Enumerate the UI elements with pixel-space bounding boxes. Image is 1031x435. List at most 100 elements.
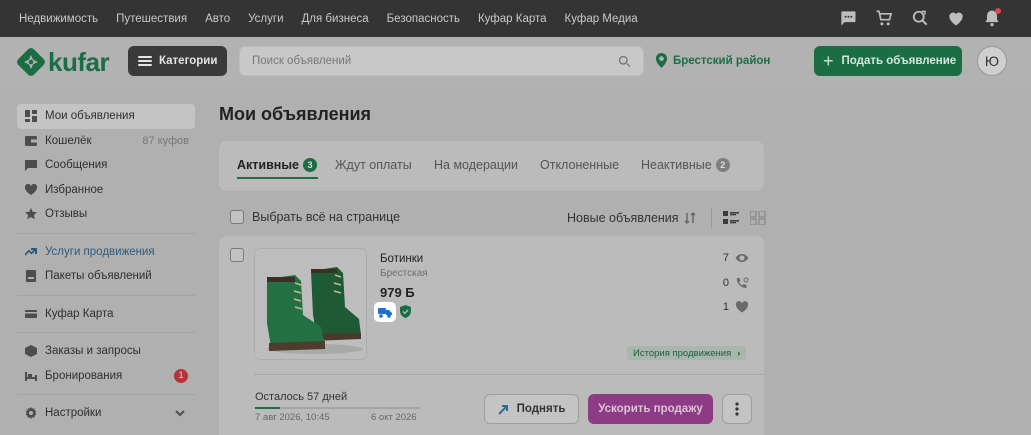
- top-link-realty[interactable]: Недвижимость: [19, 13, 98, 25]
- sidebar-item-favorites[interactable]: Избранное: [17, 178, 195, 203]
- plus-icon: +: [823, 51, 834, 71]
- wallet-icon: [25, 135, 37, 147]
- tab-active[interactable]: Активные 3: [237, 158, 317, 172]
- sidebar-item-label: Отзывы: [45, 208, 88, 221]
- ad-image[interactable]: [254, 248, 367, 360]
- raise-arrow-icon: [497, 404, 508, 415]
- date-start: 7 авг 2026, 10:45: [255, 412, 330, 423]
- bookings-count-badge: 1: [174, 368, 188, 383]
- sidebar-item-label: Бронирования: [45, 369, 123, 382]
- ad-card: Ботинки Брестская 979 Б 7 0 1 История пр…: [219, 236, 764, 435]
- sidebar-item-wallet[interactable]: Кошелёк 87 куфов: [17, 129, 195, 154]
- ad-location: Брестская: [380, 268, 428, 279]
- ad-select-checkbox[interactable]: [230, 248, 244, 262]
- list-view-icon[interactable]: [723, 211, 739, 225]
- heart-icon: [735, 301, 749, 313]
- search-icon[interactable]: [617, 54, 632, 69]
- notifications-icon[interactable]: [982, 8, 1002, 28]
- calls-count: 0: [722, 277, 729, 289]
- sidebar: Мои объявления Кошелёк 87 куфов Сообщени…: [17, 104, 195, 426]
- select-all-label: Выбрать всё на странице: [252, 210, 401, 224]
- search-box: [239, 46, 644, 76]
- more-options-button[interactable]: [722, 394, 752, 424]
- sidebar-item-label: Пакеты объявлений: [45, 270, 152, 283]
- box-icon: [25, 345, 37, 358]
- region-selector[interactable]: Брестский район: [655, 53, 770, 68]
- active-tab-indicator: [237, 177, 318, 179]
- sidebar-divider: [17, 294, 195, 296]
- categories-button[interactable]: Категории: [128, 46, 227, 76]
- remaining-days: Осталось 57 дней: [255, 391, 348, 403]
- grid-view-icon[interactable]: [750, 211, 766, 225]
- sidebar-divider: [17, 232, 195, 234]
- top-link-business[interactable]: Для бизнеса: [302, 13, 369, 25]
- top-link-travel[interactable]: Путешествия: [116, 13, 187, 25]
- sort-label: Новые объявления: [567, 211, 679, 225]
- post-ad-button[interactable]: + Подать объявление: [814, 46, 962, 76]
- search-input[interactable]: [240, 47, 600, 75]
- favorites-icon[interactable]: [946, 8, 966, 28]
- gear-icon: [25, 407, 37, 420]
- chevron-down-icon[interactable]: [174, 407, 186, 422]
- ad-price: 979 Б: [380, 285, 415, 300]
- top-link-kufar-card[interactable]: Куфар Карта: [478, 13, 547, 25]
- tab-awaiting-payment[interactable]: Ждут оплаты: [335, 158, 412, 172]
- sidebar-item-orders[interactable]: Заказы и запросы: [17, 339, 195, 364]
- sidebar-item-settings[interactable]: Настройки: [17, 401, 195, 426]
- tab-label: Ждут оплаты: [335, 158, 412, 172]
- sidebar-item-label: Куфар Карта: [45, 307, 114, 320]
- chevron-right-icon: ›: [737, 347, 741, 359]
- raise-button[interactable]: Поднять: [484, 394, 579, 424]
- select-all-row[interactable]: Выбрать всё на странице: [230, 210, 400, 224]
- sidebar-item-promo-services[interactable]: Услуги продвижения: [17, 240, 195, 265]
- tab-label: На модерации: [434, 158, 518, 172]
- chat-icon[interactable]: [838, 8, 858, 28]
- page-title: Мои объявления: [219, 104, 372, 124]
- sidebar-item-label: Избранное: [45, 183, 104, 196]
- logo-text: kufar: [48, 47, 110, 77]
- tab-rejected[interactable]: Отклоненные: [540, 158, 619, 172]
- top-icons: [838, 8, 1002, 28]
- promo-history-label: История продвижения: [633, 347, 732, 359]
- sidebar-item-label: Кошелёк: [45, 134, 92, 147]
- eye-icon: [735, 254, 749, 262]
- select-all-checkbox[interactable]: [230, 210, 244, 224]
- ad-title[interactable]: Ботинки: [380, 253, 423, 265]
- sort-selector[interactable]: Новые объявления: [567, 211, 696, 225]
- tab-label: Отклоненные: [540, 158, 620, 172]
- boost-sale-button[interactable]: Ускорить продажу: [588, 394, 713, 424]
- progress-fill: [255, 407, 280, 409]
- promo-history-link[interactable]: История продвижения ›: [627, 346, 747, 360]
- favorites-stat: 1: [719, 301, 749, 313]
- top-link-auto[interactable]: Авто: [205, 13, 230, 25]
- sidebar-item-my-ads[interactable]: Мои объявления: [17, 104, 195, 129]
- phone-icon: [736, 277, 749, 288]
- tab-label: Неактивные: [641, 158, 712, 172]
- tab-count-badge: 3: [302, 158, 317, 172]
- avatar[interactable]: Ю: [977, 46, 1007, 76]
- tab-inactive[interactable]: Неактивные 2: [641, 158, 730, 172]
- top-link-kufar-media[interactable]: Куфар Медиа: [565, 13, 638, 25]
- star-icon: [25, 208, 37, 220]
- top-link-security[interactable]: Безопасность: [387, 13, 460, 25]
- top-link-services[interactable]: Услуги: [248, 13, 283, 25]
- cart-icon[interactable]: [874, 8, 894, 28]
- search-history-icon[interactable]: [910, 8, 930, 28]
- kufar-logo-icon: [17, 48, 45, 76]
- sidebar-item-kufar-card[interactable]: Куфар Карта: [17, 302, 195, 327]
- sidebar-item-label: Заказы и запросы: [45, 345, 141, 358]
- package-icon: [25, 270, 37, 283]
- kufar-logo[interactable]: kufar: [17, 47, 110, 77]
- sidebar-item-bookings[interactable]: Бронирования 1: [17, 364, 195, 389]
- tab-moderation[interactable]: На модерации: [434, 158, 518, 172]
- sidebar-item-messages[interactable]: Сообщения: [17, 153, 195, 178]
- sidebar-item-reviews[interactable]: Отзывы: [17, 202, 195, 227]
- top-nav-bar: Недвижимость Путешествия Авто Услуги Для…: [0, 0, 1031, 37]
- favorites-count: 1: [722, 301, 729, 313]
- ad-divider: [254, 374, 764, 375]
- tab-label: Активные: [237, 158, 299, 172]
- sidebar-item-label: Мои объявления: [45, 110, 135, 123]
- tab-count-badge: 2: [715, 158, 730, 172]
- post-ad-label: Подать объявление: [841, 55, 957, 67]
- sidebar-item-ad-packages[interactable]: Пакеты объявлений: [17, 264, 195, 289]
